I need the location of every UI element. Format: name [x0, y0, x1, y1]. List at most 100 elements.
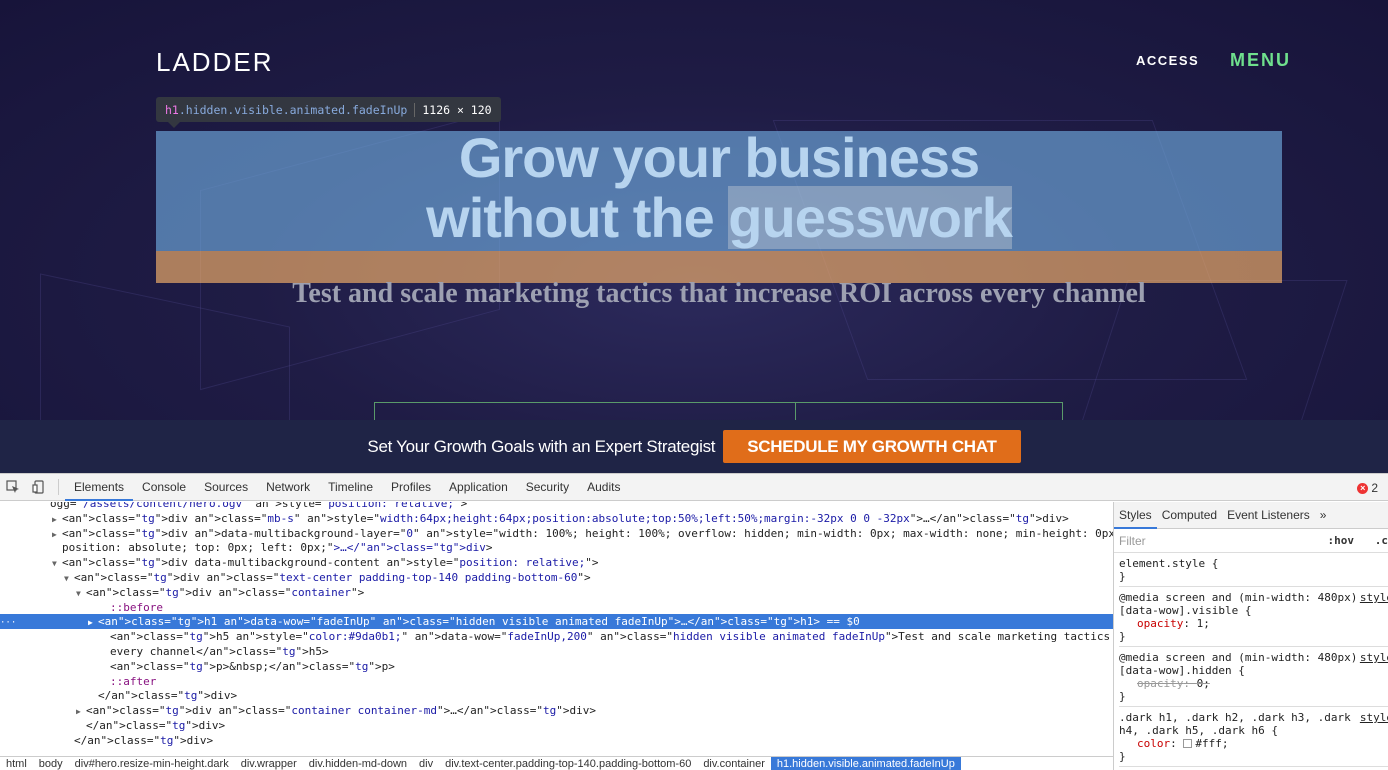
error-count: 2	[1371, 481, 1378, 495]
error-icon: ×	[1357, 483, 1368, 494]
hero-subhead: Test and scale marketing tactics that in…	[156, 278, 1282, 310]
dom-node[interactable]: ogg="/assets/content/hero.ogv" an">style…	[0, 502, 1113, 511]
dom-node-text: </an">class="tg">div>	[74, 734, 213, 747]
error-counter[interactable]: ×2	[1357, 481, 1378, 495]
dom-node[interactable]: </an">class="tg">div>	[0, 733, 1113, 748]
devtools-tab-timeline[interactable]: Timeline	[319, 474, 382, 501]
ladder-logo[interactable]: LADDER	[156, 47, 273, 78]
dom-node[interactable]: ▼<an">class="tg">div an">class="text-cen…	[0, 570, 1113, 585]
dom-node[interactable]: </an">class="tg">div>	[0, 688, 1113, 703]
style-rules: element.style {}@media screen and (min-w…	[1114, 553, 1388, 767]
rule-source-link[interactable]: style	[1360, 711, 1388, 724]
expanded-triangle-icon[interactable]: ▼	[76, 586, 86, 601]
breadcrumb-item[interactable]: body	[33, 757, 69, 770]
rule-selector: h4, .dark h5, .dark h6 {	[1119, 724, 1388, 737]
device-toolbar-icon[interactable]	[26, 474, 52, 501]
tooltip-tag: h1	[165, 103, 179, 117]
rule-selector: .dark h1, .dark h2, .dark h3, .dark	[1119, 711, 1388, 724]
devtools-tab-elements[interactable]: Elements	[65, 474, 133, 501]
hover-state-toggle[interactable]: :hov	[1328, 534, 1355, 547]
styles-tab-styles[interactable]: Styles	[1114, 502, 1157, 529]
breadcrumb-item[interactable]: div.wrapper	[235, 757, 303, 770]
dom-node-text: <an">class="tg">p>&nbsp;</an">class="tg"…	[110, 660, 395, 673]
devtools-panel: ElementsConsoleSourcesNetworkTimelinePro…	[0, 473, 1388, 769]
dom-node[interactable]: <an">class="tg">p>&nbsp;</an">class="tg"…	[0, 659, 1113, 674]
dom-node[interactable]: <an">class="tg">h5 an">style="color:#9da…	[0, 629, 1113, 644]
dom-node[interactable]: ▶<an">class="tg">div an">class="containe…	[0, 703, 1113, 718]
collapsed-triangle-icon[interactable]: ▶	[88, 615, 98, 630]
class-toggle[interactable]: .c	[1375, 534, 1388, 547]
style-property[interactable]: color: #fff;	[1119, 737, 1388, 750]
dom-node-text: position: absolute; top: 0px; left: 0px;…	[62, 541, 493, 554]
filter-input[interactable]: Filter	[1119, 534, 1146, 548]
style-property[interactable]: opacity: 1;	[1119, 617, 1388, 630]
collapsed-triangle-icon[interactable]: ▶	[76, 704, 86, 719]
access-link[interactable]: ACCESS	[1136, 53, 1199, 68]
expanded-triangle-icon[interactable]: ▼	[52, 556, 62, 571]
dom-node[interactable]: every channel</an">class="tg">h5>	[0, 644, 1113, 659]
dom-node[interactable]: position: absolute; top: 0px; left: 0px;…	[0, 540, 1113, 555]
devtools-tab-application[interactable]: Application	[440, 474, 517, 501]
dom-node-text: <an">class="tg">div an">class="container…	[86, 704, 596, 717]
style-rule[interactable]: .dark h1, .dark h2, .dark h3, .darkh4, .…	[1119, 707, 1388, 767]
inspect-element-icon[interactable]	[0, 474, 26, 501]
dom-node-text: <an">class="tg">div an">class="mb-s" an"…	[62, 512, 1069, 525]
schedule-growth-chat-button[interactable]: SCHEDULE MY GROWTH CHAT	[723, 430, 1020, 463]
breadcrumb-item[interactable]: div.text-center.padding-top-140.padding-…	[439, 757, 697, 770]
styles-tabbar: StylesComputedEvent Listeners»	[1114, 502, 1388, 529]
dom-node-selected[interactable]: ···▶<an">class="tg">h1 an">data-wow="fad…	[0, 614, 1113, 629]
breadcrumb-item[interactable]: div	[413, 757, 439, 770]
dom-node-text: <an">class="tg">h1 an">data-wow="fadeInU…	[98, 615, 860, 628]
devtools-tab-console[interactable]: Console	[133, 474, 195, 501]
style-rule[interactable]: @media screen and (min-width: 480px)[dat…	[1119, 587, 1388, 647]
devtools-tab-profiles[interactable]: Profiles	[382, 474, 440, 501]
collapsed-triangle-icon[interactable]: ▶	[52, 527, 62, 542]
dom-node[interactable]: ::before	[0, 600, 1113, 615]
dom-node[interactable]: ▼<an">class="tg">div data-multibackgroun…	[0, 555, 1113, 570]
menu-button[interactable]: MENU	[1230, 50, 1291, 71]
styles-tab-computed[interactable]: Computed	[1157, 502, 1222, 529]
styles-pane: StylesComputedEvent Listeners» Filter :h…	[1113, 502, 1388, 770]
dom-node-text: <an">class="tg">div an">class="container…	[86, 586, 364, 599]
breadcrumb-item[interactable]: div.hidden-md-down	[303, 757, 413, 770]
devtools-tab-security[interactable]: Security	[517, 474, 578, 501]
more-tabs-icon[interactable]: »	[1315, 502, 1332, 529]
breadcrumb-item[interactable]: html	[0, 757, 33, 770]
elements-dom-tree[interactable]: ogg="/assets/content/hero.ogv" an">style…	[0, 502, 1113, 755]
dom-node[interactable]: ::after	[0, 674, 1113, 689]
expanded-triangle-icon[interactable]: ▼	[64, 571, 74, 586]
dom-node-text: <an">class="tg">div an">data-multibackgr…	[62, 527, 1113, 540]
devtools-tabbar: ElementsConsoleSourcesNetworkTimelinePro…	[0, 474, 1388, 501]
rule-source-link[interactable]: style	[1360, 591, 1388, 604]
hero-headline: Grow your business without the guesswork	[156, 128, 1282, 248]
breadcrumb-item[interactable]: div#hero.resize-min-height.dark	[69, 757, 235, 770]
dom-node[interactable]: ▼<an">class="tg">div an">class="containe…	[0, 585, 1113, 600]
dom-node-text: <an">class="tg">div an">class="text-cent…	[74, 571, 591, 584]
dom-node[interactable]: </an">class="tg">div>	[0, 718, 1113, 733]
tooltip-classes: .hidden.visible.animated.fadeInUp	[179, 103, 407, 117]
headline-highlight-word: guesswork	[728, 186, 1012, 249]
dom-node-text: </an">class="tg">div>	[98, 689, 237, 702]
styles-filter[interactable]: Filter :hov .c	[1114, 529, 1388, 553]
breadcrumb-item[interactable]: div.container	[697, 757, 771, 770]
dom-node[interactable]: ▶<an">class="tg">div an">data-multibackg…	[0, 526, 1113, 541]
inspector-tooltip: h1.hidden.visible.animated.fadeInUp 1126 …	[156, 97, 501, 122]
style-rule[interactable]: element.style {}	[1119, 553, 1388, 587]
dom-node-text: ogg="/assets/content/hero.ogv" an">style…	[50, 502, 467, 510]
devtools-tab-audits[interactable]: Audits	[578, 474, 629, 501]
tooltip-size: 1126 × 120	[422, 103, 491, 117]
devtools-tab-sources[interactable]: Sources	[195, 474, 257, 501]
style-property[interactable]: opacity: 0;	[1119, 677, 1388, 690]
rule-selector: [data-wow].visible {	[1119, 604, 1388, 617]
styles-tab-event-listeners[interactable]: Event Listeners	[1222, 502, 1315, 529]
headline-line1: Grow your business	[459, 126, 979, 189]
style-rule[interactable]: @media screen and (min-width: 480px)[dat…	[1119, 647, 1388, 707]
rule-selector: @media screen and (min-width: 480px)	[1119, 651, 1388, 664]
rule-source-link[interactable]: style	[1360, 651, 1388, 664]
rule-selector: [data-wow].hidden {	[1119, 664, 1388, 677]
headline-line2-prefix: without the	[426, 186, 728, 249]
collapsed-triangle-icon[interactable]: ▶	[52, 512, 62, 527]
dom-node[interactable]: ▶<an">class="tg">div an">class="mb-s" an…	[0, 511, 1113, 526]
devtools-tab-network[interactable]: Network	[257, 474, 319, 501]
breadcrumb-item[interactable]: h1.hidden.visible.animated.fadeInUp	[771, 757, 961, 770]
